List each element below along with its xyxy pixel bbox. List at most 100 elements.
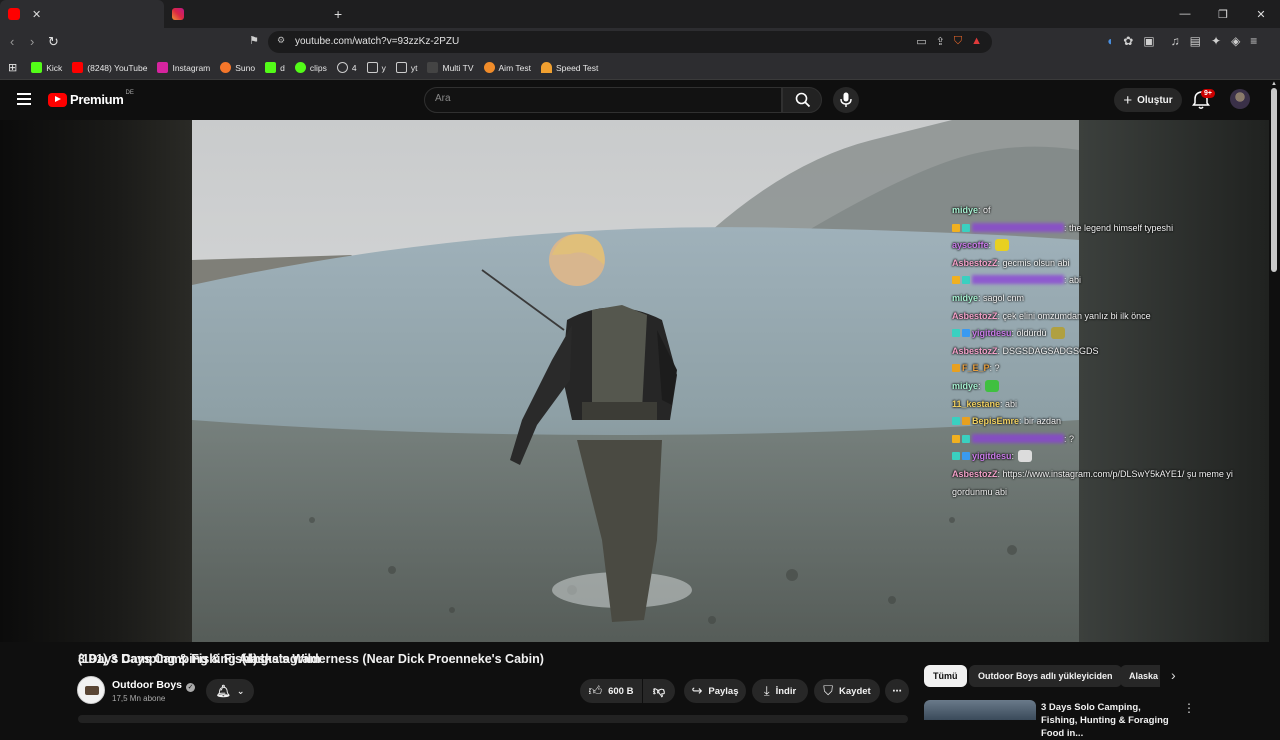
back-button[interactable]: ‹ <box>10 34 14 49</box>
search-button[interactable] <box>782 87 822 113</box>
share-button[interactable]: ↪ Paylaş <box>684 679 746 703</box>
create-button[interactable]: + Oluştur <box>1114 88 1182 112</box>
ai-icon[interactable]: ✦ <box>1211 34 1221 48</box>
youtube-icon <box>8 8 20 20</box>
chat-badge-icon <box>962 329 970 338</box>
kick-icon <box>31 62 43 73</box>
download-button[interactable]: ⤓ İndir <box>752 679 808 703</box>
youtube-icon <box>72 62 84 73</box>
cast-icon[interactable]: ▭ <box>916 35 926 48</box>
multitv-icon <box>427 62 439 73</box>
extensions-icon[interactable]: ✿ <box>1123 34 1133 48</box>
reload-button[interactable]: ↻ <box>48 34 59 50</box>
chat-badge-icon <box>962 452 970 461</box>
chip-from-uploader[interactable]: Outdoor Boys adlı yükleyiciden <box>969 665 1122 687</box>
recommendation-title[interactable]: 3 Days Solo Camping, Fishing, Hunting & … <box>1041 701 1177 740</box>
verified-icon: ✓ <box>186 683 195 692</box>
chat-badge-icon <box>952 417 960 426</box>
bookmark-suno[interactable]: Suno <box>220 62 255 73</box>
chat-username: AsbestozZ <box>952 310 998 321</box>
bookmark-speed-test[interactable]: Speed Test <box>540 62 598 73</box>
youtube-premium-logo[interactable]: Premium DE <box>48 90 134 107</box>
more-actions-button[interactable]: ⋯ <box>885 679 909 703</box>
chat-text: : öldürdü <box>1011 328 1047 339</box>
chat-emote-icon <box>1050 327 1065 340</box>
chat-badge-icon <box>952 364 960 373</box>
chat-username: ayscoffe <box>952 240 989 251</box>
menu-icon[interactable]: ≡ <box>1250 34 1257 48</box>
more-vert-icon[interactable]: ⋮ <box>1183 701 1195 715</box>
search-input[interactable] <box>435 93 765 104</box>
chevron-right-icon[interactable]: › <box>1171 667 1176 683</box>
like-button[interactable]: 👍︎ 600 B <box>580 679 642 703</box>
share-icon[interactable]: ⇪ <box>936 35 945 48</box>
tab-youtube[interactable]: (191) 3 Days Camping & Fishing ✕ <box>0 0 268 666</box>
audio-icon[interactable]: ◖ <box>1106 34 1113 48</box>
address-bar-row: ‹ › ↻ ⚑ ⚙ youtube.com/watch?v=93zzKz-2PZ… <box>0 28 1280 56</box>
aim-test-icon <box>483 62 495 73</box>
suno-icon <box>220 62 232 73</box>
chat-message: yigitdesu: <box>952 448 1267 466</box>
bookmark-d[interactable]: d <box>265 62 285 73</box>
recommendation-thumbnail[interactable] <box>924 700 1036 720</box>
url-field[interactable]: ⚙ youtube.com/watch?v=93zzKz-2PZU ▭ ⇪ ⛉ … <box>268 31 992 53</box>
chip-clip: Alaska <box>1120 665 1160 687</box>
close-window-button[interactable]: ✕ <box>1242 0 1280 28</box>
chip-alaska[interactable]: Alaska <box>1120 665 1160 687</box>
bookmark-clips[interactable]: clips <box>294 62 327 73</box>
dislike-button[interactable]: 👎︎ <box>643 679 675 703</box>
chat-text: : ? <box>989 363 1000 374</box>
subscribe-notification-button[interactable]: 🔔︎ ⌄ <box>206 679 254 703</box>
forward-button[interactable]: › <box>30 34 34 49</box>
site-info-icon[interactable]: ⚙ <box>277 35 285 46</box>
avatar[interactable] <box>1230 89 1250 109</box>
close-icon[interactable]: ✕ <box>32 8 41 21</box>
microphone-icon <box>840 92 852 107</box>
apps-icon[interactable]: ⊞ <box>8 61 17 74</box>
scroll-up-arrow[interactable]: ▲ <box>1271 81 1277 87</box>
minimize-button[interactable]: — <box>1166 0 1204 28</box>
chip-all[interactable]: Tümü <box>924 665 967 687</box>
media-icon[interactable]: ♫ <box>1171 34 1180 48</box>
chat-message: ayscoffe: <box>952 237 1267 255</box>
screenshot-icon[interactable]: ▣ <box>1143 34 1154 48</box>
channel-name[interactable]: Outdoor Boys ✓ <box>112 679 195 692</box>
bookmark-aim-test[interactable]: Aim Test <box>483 62 531 73</box>
bookmark-instagram[interactable]: Instagram <box>157 62 210 73</box>
scrollbar-thumb[interactable] <box>1271 88 1277 272</box>
chat-text: : <box>1011 451 1015 462</box>
folder-icon <box>366 62 378 73</box>
video-player[interactable] <box>192 120 1079 642</box>
vpn-icon[interactable]: ◈ <box>1231 34 1240 48</box>
channel-avatar[interactable] <box>77 676 105 704</box>
chat-badge-icon <box>952 452 960 461</box>
chat-username: AsbestozZ <box>952 257 998 268</box>
bookmark-multi-tv[interactable]: Multi TV <box>427 62 474 73</box>
chat-text: : https://www.instagram.com/p/DLSwY5kAYE… <box>997 468 1233 479</box>
tab-instagram[interactable]: (4) Instagram <box>164 0 324 666</box>
bookmark-folder-yt[interactable]: yt <box>395 62 417 73</box>
bookmark-icon[interactable]: ⚑ <box>249 34 259 47</box>
rewards-icon[interactable]: ▲ <box>971 35 982 48</box>
bookmark-kick[interactable]: Kick <box>31 62 62 73</box>
bookmark-folder-y[interactable]: y <box>366 62 386 73</box>
chat-username: BepisEmre <box>972 416 1020 427</box>
video-frame <box>192 120 1079 642</box>
new-tab-button[interactable]: + <box>334 6 342 22</box>
description-box[interactable] <box>78 715 908 723</box>
chat-text: : ? <box>1064 433 1075 444</box>
chat-badge-icon <box>952 276 960 285</box>
chat-badge-icon <box>952 434 960 443</box>
folder-icon <box>395 62 407 73</box>
shield-icon[interactable]: ⛉ <box>954 35 962 48</box>
share-icon: ↪ <box>691 683 703 698</box>
bookmark-4[interactable]: 4 <box>336 62 357 73</box>
maximize-button[interactable]: ❐ <box>1204 0 1242 28</box>
menu-icon[interactable] <box>17 93 31 105</box>
bookmark-youtube[interactable]: (8248) YouTube <box>72 62 147 73</box>
chat-username: midye <box>952 292 979 303</box>
sidebar-icon[interactable]: ▤ <box>1190 34 1201 48</box>
chat-text: : the legend himself typeshi <box>1064 222 1174 233</box>
voice-search-button[interactable] <box>833 87 859 113</box>
save-button[interactable]: ⛉ Kaydet <box>814 679 880 703</box>
